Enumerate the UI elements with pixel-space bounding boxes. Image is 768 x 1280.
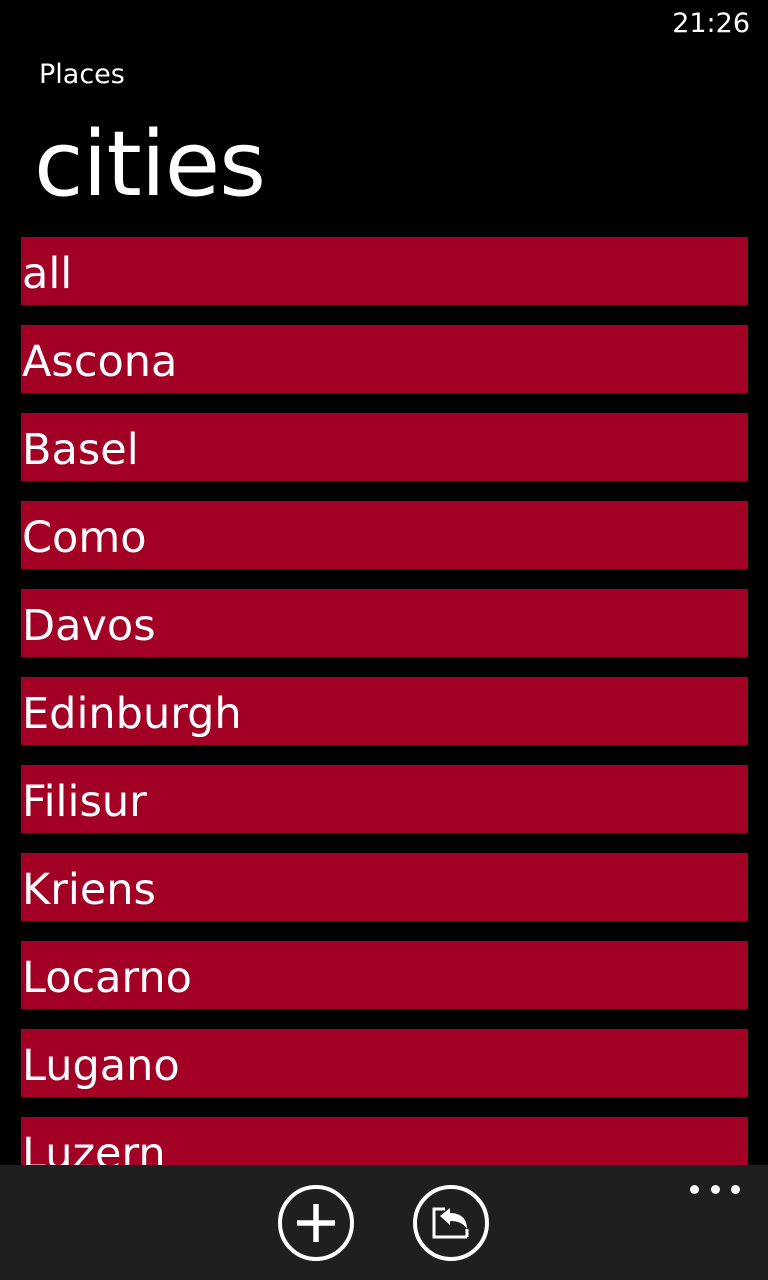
more-options-button[interactable] (690, 1175, 740, 1203)
city-name: Luzern (22, 1129, 166, 1165)
city-name: Ascona (22, 337, 178, 387)
city-name: Como (22, 513, 147, 563)
city-name: Locarno (22, 953, 192, 1003)
city-list-item[interactable]: Edinburgh (21, 677, 748, 745)
city-list-item[interactable]: Como (21, 501, 748, 569)
city-list-item[interactable]: Basel (21, 413, 748, 481)
city-name: Davos (22, 601, 156, 651)
city-list-item[interactable]: Ascona (21, 325, 748, 393)
add-button[interactable] (277, 1184, 355, 1262)
page-title: cities (34, 112, 266, 217)
exit-arrow-icon (413, 1185, 489, 1261)
city-list-item[interactable]: Locarno (21, 941, 748, 1009)
city-name: Edinburgh (22, 689, 242, 739)
signout-button[interactable] (412, 1184, 490, 1262)
city-list-item[interactable]: Davos (21, 589, 748, 657)
city-name: Lugano (22, 1041, 180, 1091)
city-list-item[interactable]: Filisur (21, 765, 748, 833)
app-title: Places (39, 59, 125, 90)
city-name: Basel (22, 425, 139, 475)
city-list-viewport[interactable]: all Ascona Basel Como Davos Edinburgh Filisur K… (0, 237, 768, 1165)
status-bar: 21:26 (0, 0, 768, 50)
city-name: all (22, 249, 73, 299)
app-bar (0, 1165, 768, 1280)
ellipsis-icon (690, 1184, 699, 1194)
plus-circle-icon (278, 1185, 354, 1261)
ellipsis-icon-dot (710, 1184, 720, 1194)
city-list: all Ascona Basel Como Davos Edinburgh Filisur K… (0, 237, 768, 1165)
city-name: Kriens (22, 865, 156, 915)
city-list-item[interactable]: all (21, 237, 748, 305)
city-list-item[interactable]: Kriens (21, 853, 748, 921)
ellipsis-icon-dot (731, 1184, 740, 1194)
city-list-item[interactable]: Lugano (21, 1029, 748, 1097)
city-list-item[interactable]: Luzern (21, 1117, 748, 1165)
city-name: Filisur (22, 777, 147, 827)
status-clock: 21:26 (672, 8, 750, 39)
